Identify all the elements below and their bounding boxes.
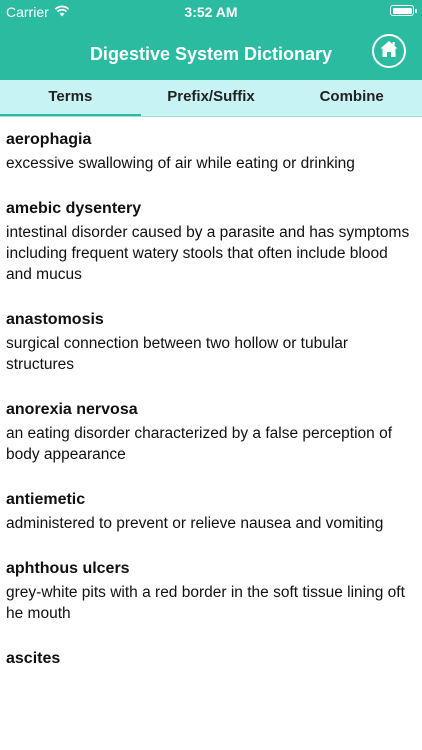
home-icon <box>379 39 399 64</box>
status-time: 3:52 AM <box>184 4 238 20</box>
tab-prefix-suffix[interactable]: Prefix/Suffix <box>141 80 282 116</box>
page-title: Digestive System Dictionary <box>89 44 333 64</box>
term-title: anastomosis <box>6 311 104 328</box>
term-title: anorexia nervosa <box>6 401 138 418</box>
list-item[interactable]: aphthous ulcers grey-white pits with a r… <box>6 546 416 636</box>
list-item[interactable]: anorexia nervosa an eating disorder char… <box>6 387 416 477</box>
list-item[interactable]: aerophagia excessive swallowing of air w… <box>6 117 416 186</box>
term-definition: excessive swallowing of air while eating… <box>6 155 355 172</box>
status-bar: Carrier 3:52 AM <box>0 0 422 24</box>
term-title: antiemetic <box>6 491 86 508</box>
term-title: aphthous ulcers <box>6 560 130 577</box>
header-bar: Carrier 3:52 AM Digestive System Diction… <box>0 0 422 80</box>
term-title: ascites <box>6 650 61 667</box>
tab-bar: Terms Prefix/Suffix Combine <box>0 80 422 117</box>
list-item[interactable]: anastomosis surgical connection between … <box>6 297 416 387</box>
term-definition: administered to prevent or relieve nause… <box>6 515 384 532</box>
list-item[interactable]: amebic dysentery intestinal disorder cau… <box>6 186 416 297</box>
list-item[interactable]: antiemetic administered to prevent or re… <box>6 477 416 546</box>
list-item[interactable]: ascites <box>6 636 416 684</box>
term-definition: intestinal disorder caused by a parasite… <box>6 224 410 283</box>
tab-terms[interactable]: Terms <box>0 80 141 116</box>
term-title: amebic dysentery <box>6 200 142 217</box>
home-button[interactable] <box>372 34 406 68</box>
terms-list: aerophagia excessive swallowing of air w… <box>0 117 422 684</box>
term-definition: an eating disorder characterized by a fa… <box>6 425 393 463</box>
term-title: aerophagia <box>6 131 92 148</box>
term-definition: surgical connection between two hollow o… <box>6 335 349 373</box>
term-definition: grey-white pits with a red border in the… <box>6 584 405 622</box>
battery-icon <box>390 5 417 16</box>
tab-combine[interactable]: Combine <box>281 80 422 116</box>
